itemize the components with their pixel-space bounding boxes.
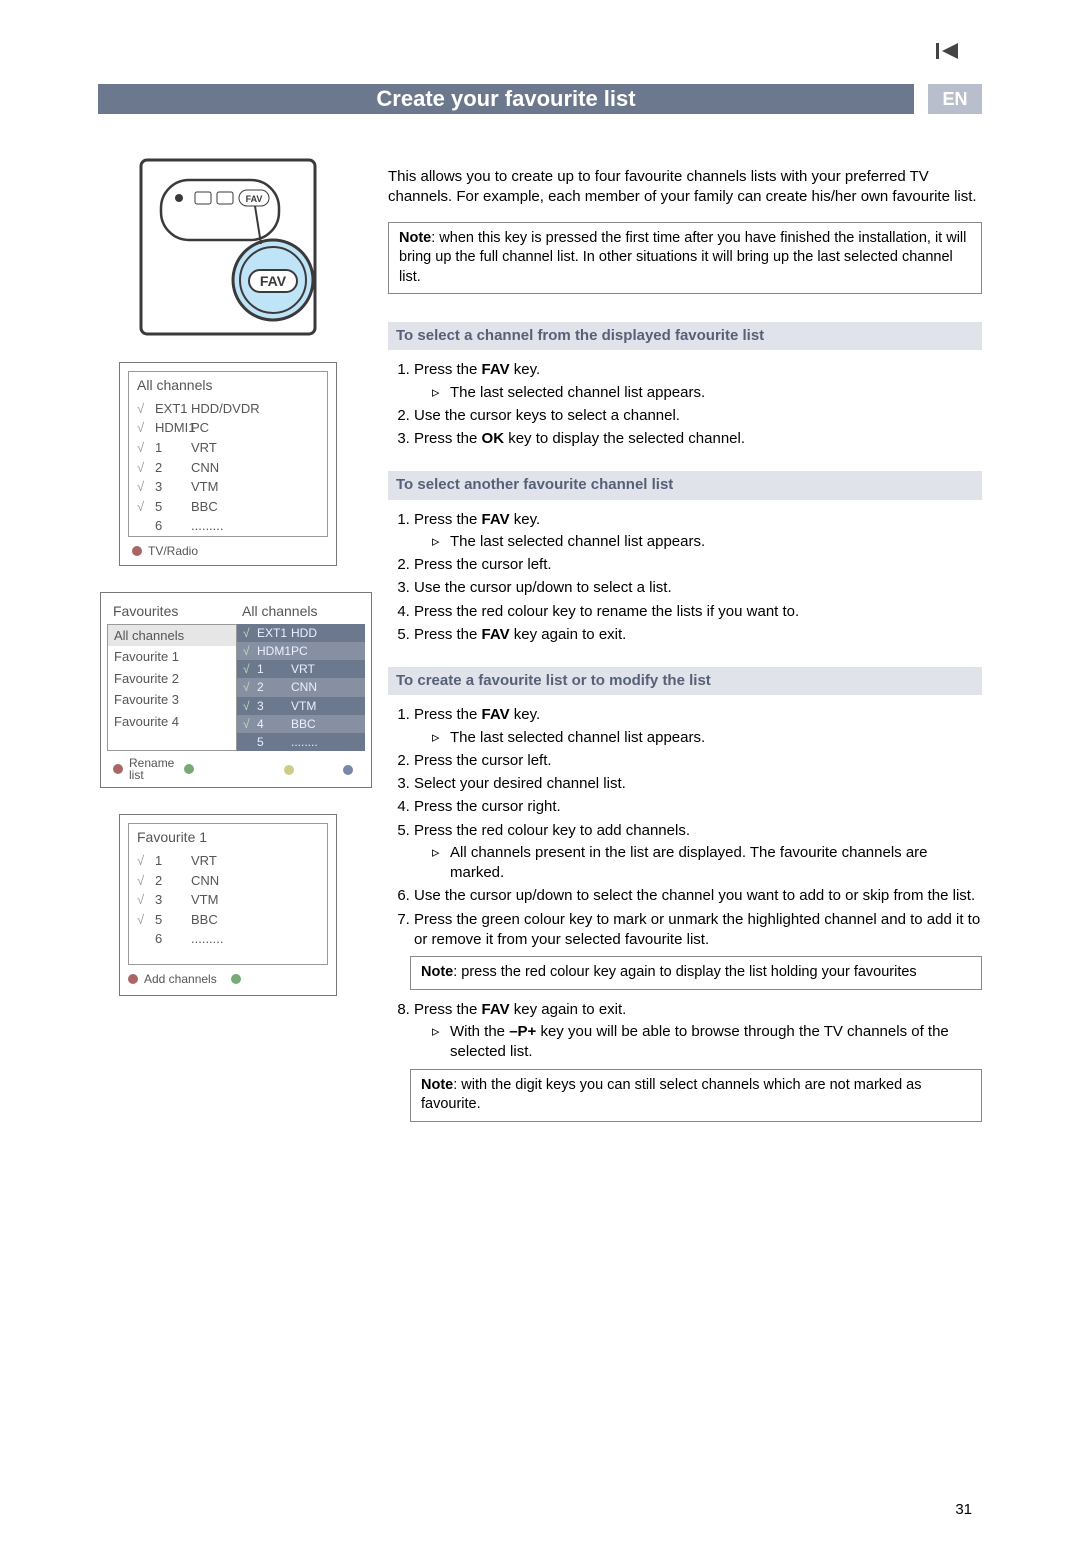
svg-text:FAV: FAV bbox=[260, 273, 287, 289]
section-heading: To select another favourite channel list bbox=[388, 471, 982, 499]
fav-list-item: All channels bbox=[108, 625, 236, 647]
note-box: Note: with the digit keys you can still … bbox=[410, 1069, 982, 1122]
steps-list: Press the FAV key. The last selected cha… bbox=[388, 510, 982, 646]
steps-list: Press the FAV key again to exit. With th… bbox=[388, 1000, 982, 1063]
steps-list: Press the FAV key. The last selected cha… bbox=[388, 360, 982, 449]
page-title: Create your favourite list bbox=[98, 84, 914, 114]
panel-favourite-1: Favourite 1 √1VRT √2CNN √3VTM √5BBC 6...… bbox=[119, 814, 337, 996]
fav-list-item: Favourite 4 bbox=[108, 711, 236, 733]
panel-favourites: Favourites All channels All channels Fav… bbox=[100, 592, 372, 788]
red-dot-icon bbox=[128, 974, 138, 984]
fav-list-item: Favourite 2 bbox=[108, 668, 236, 690]
panel-title: All channels bbox=[129, 372, 327, 399]
red-dot-icon bbox=[113, 764, 123, 774]
red-dot-icon bbox=[132, 546, 142, 556]
add-channels-label: Add channels bbox=[144, 971, 217, 987]
fav-list-item: Favourite 3 bbox=[108, 689, 236, 711]
panel-title: Favourite 1 bbox=[129, 824, 327, 851]
fav-right-header: All channels bbox=[236, 599, 365, 624]
fav-list-item: Favourite 1 bbox=[108, 646, 236, 668]
rename-list-label: Renamelist bbox=[129, 757, 174, 781]
intro-text: This allows you to create up to four fav… bbox=[388, 167, 982, 208]
note-box: Note: press the red colour key again to … bbox=[410, 956, 982, 990]
steps-list: Press the FAV key. The last selected cha… bbox=[388, 705, 982, 950]
svg-text:FAV: FAV bbox=[246, 194, 263, 204]
green-dot-icon bbox=[184, 764, 194, 774]
language-badge: EN bbox=[928, 84, 982, 114]
prev-track-icon bbox=[936, 42, 962, 60]
panel-all-channels: All channels √EXT1HDD/DVDR √HDMI1PC √1VR… bbox=[119, 362, 337, 566]
section-heading: To select a channel from the displayed f… bbox=[388, 322, 982, 350]
green-dot-icon bbox=[231, 974, 241, 984]
panel-footer-label: TV/Radio bbox=[148, 543, 198, 559]
remote-illustration: FAV FAV bbox=[133, 152, 323, 342]
page-number: 31 bbox=[955, 1500, 972, 1520]
fav-left-header: Favourites bbox=[107, 599, 236, 624]
note-box: Note: when this key is pressed the first… bbox=[388, 222, 982, 295]
section-heading: To create a favourite list or to modify … bbox=[388, 667, 982, 695]
blue-dot-icon bbox=[343, 765, 353, 775]
yellow-dot-icon bbox=[284, 765, 294, 775]
